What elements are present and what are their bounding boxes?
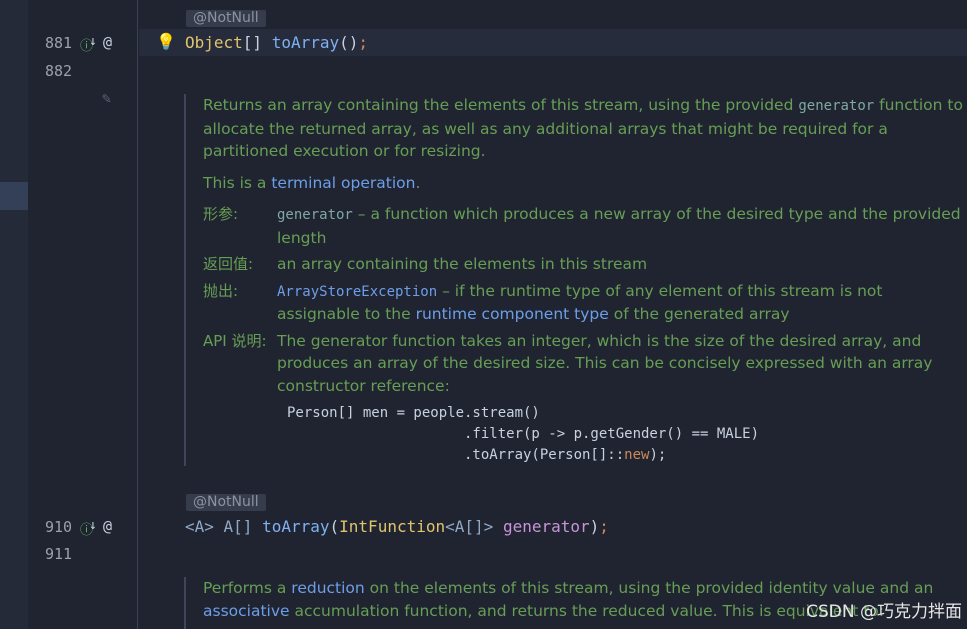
semicolon: ;	[358, 33, 369, 52]
notnull-inlay-hint: @NotNull	[186, 494, 266, 511]
line-number: 882	[45, 62, 73, 80]
associative-link[interactable]: associative	[203, 602, 290, 620]
pencil-icon[interactable]: ✎	[102, 89, 111, 107]
throws-label: 抛出:	[203, 281, 239, 300]
doc-paragraph: Returns an array containing the elements…	[203, 94, 967, 163]
line-number: 910	[45, 518, 73, 536]
paren: )	[589, 517, 600, 536]
down-arrow-icon[interactable]: ↓	[89, 518, 97, 533]
doc-text: This is a	[203, 173, 272, 192]
code-example: Person[] men = people.stream() .filter(p…	[287, 403, 967, 466]
line-number: 881	[45, 34, 73, 52]
api-note-text: The generator function takes an integer,…	[277, 331, 933, 395]
params-label: 形参:	[203, 205, 239, 223]
method-name: toArray	[262, 517, 330, 536]
returns-row: 返回值: an array containing the elements in…	[203, 253, 967, 276]
arraystoreexception-link[interactable]: ArrayStoreException	[277, 284, 437, 300]
line-number: 911	[45, 545, 73, 563]
reduction-link[interactable]: reduction	[291, 579, 364, 597]
code-line: .toArray(Person[]::	[287, 447, 625, 463]
doc-text: .	[415, 173, 421, 192]
type-parameter: <A>	[185, 517, 224, 536]
api-note-row: API 说明: The generator function takes an …	[203, 330, 967, 398]
returns-label: 返回值:	[203, 255, 254, 273]
throws-text: of the generated array	[608, 305, 790, 323]
api-note-label: API 说明:	[203, 331, 267, 350]
method-signature-toarray-generator[interactable]: <A> A[] toArray(IntFunction<A[]> generat…	[185, 517, 609, 536]
doc-paragraph: This is a terminal operation.	[203, 172, 967, 195]
paren: (	[329, 517, 340, 536]
return-type: A[]	[223, 517, 253, 536]
code-line: .filter(p -> p.getGender() == MALE)	[287, 426, 760, 442]
generic-type: <A[]>	[445, 517, 494, 536]
throws-row: 抛出: ArrayStoreException – if the runtime…	[203, 280, 967, 326]
lightbulb-icon[interactable]: 💡	[156, 32, 176, 51]
at-annotation-icon[interactable]: @	[103, 33, 112, 51]
code-line: Person[] men = people.stream()	[287, 405, 540, 421]
param-name: generator	[502, 517, 590, 536]
method-name: toArray	[271, 33, 340, 52]
method-signature-toarray[interactable]: Object[] toArray();	[185, 33, 368, 52]
doc-text: on the elements of this stream, using th…	[364, 579, 934, 597]
doc-text: Performs a	[203, 579, 292, 597]
at-annotation-icon[interactable]: @	[103, 517, 112, 535]
param-type: IntFunction	[339, 517, 446, 536]
editor-gutter: 881 ⓘ ↓ @ 882 ✎ 910 ⓘ ↓ @ 911	[28, 0, 138, 629]
notnull-inlay-hint: @NotNull	[186, 10, 266, 27]
code-editor[interactable]: @NotNull 💡 Object[] toArray(); Returns a…	[139, 0, 967, 629]
doc-code: generator	[798, 98, 875, 114]
params-row: 形参: generator – a function which produce…	[203, 203, 967, 249]
new-keyword: new	[624, 447, 650, 463]
semicolon: ;	[599, 517, 609, 536]
param-text: – a function which produces a new array …	[277, 205, 961, 247]
brackets: []	[242, 33, 263, 52]
return-type: Object	[185, 33, 243, 52]
runtime-component-type-link[interactable]: runtime component type	[416, 305, 609, 323]
doc-text: Returns an array containing the elements…	[203, 96, 799, 114]
doc-text: accumulation function, and returns the r…	[289, 601, 885, 620]
watermark: CSDN @巧克力拌面	[806, 602, 962, 622]
down-arrow-icon[interactable]: ↓	[89, 34, 97, 49]
parens: ()	[339, 33, 359, 52]
tool-window-strip	[0, 0, 28, 629]
tool-window-selected[interactable]	[0, 182, 28, 210]
javadoc-toarray: Returns an array containing the elements…	[184, 94, 967, 466]
code-line: );	[649, 447, 667, 463]
terminal-operation-link[interactable]: terminal operation	[271, 174, 415, 192]
returns-text: an array containing the elements in this…	[277, 255, 648, 273]
param-code: generator	[277, 207, 353, 223]
